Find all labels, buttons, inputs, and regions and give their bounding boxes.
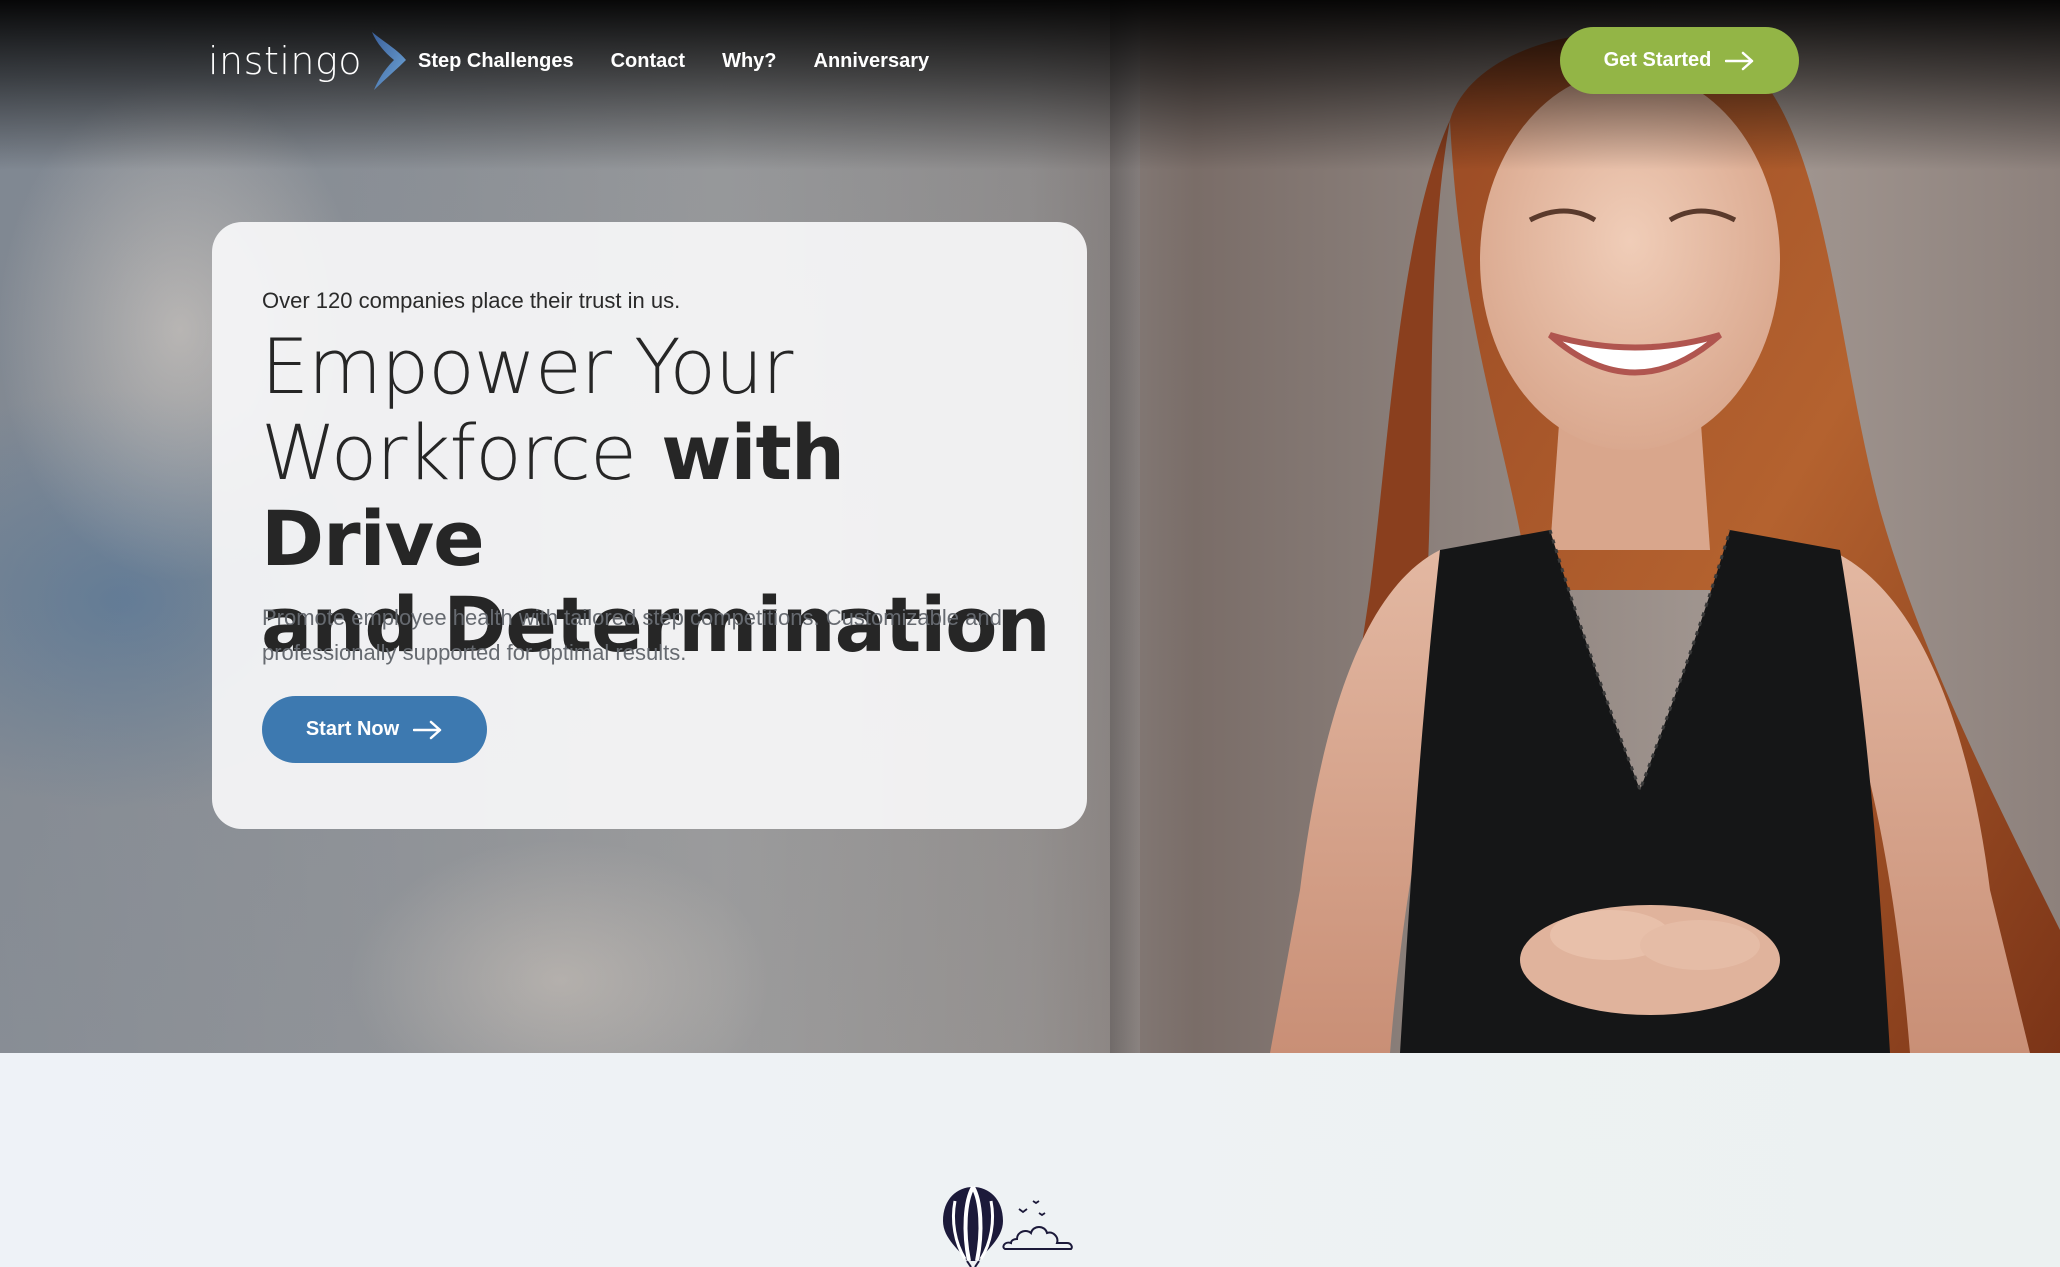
hero-card: Over 120 companies place their trust in … [212, 222, 1087, 829]
start-now-label: Start Now [305, 718, 400, 740]
hero-photo-woman [1270, 32, 2060, 1053]
start-now-button[interactable]: Start Now [262, 696, 487, 763]
nav-links: Step Challenges Contact Why? Anniversary [418, 44, 966, 78]
lower-section [0, 1053, 2060, 1267]
logo[interactable]: instingo [208, 28, 410, 94]
hot-air-balloon-icon [943, 1186, 1073, 1267]
get-started-label: Get Started [1603, 49, 1712, 71]
chevron-logo-icon [372, 32, 407, 90]
arrow-right-icon [1725, 51, 1755, 71]
headline-part-2: Workforce [261, 408, 637, 497]
logo-text: instingo [208, 39, 363, 83]
arrow-right-icon [413, 720, 443, 740]
nav-link-contact[interactable]: Contact [611, 44, 685, 78]
nav-link-why[interactable]: Why? [722, 44, 776, 78]
hero-eyebrow: Over 120 companies place their trust in … [262, 288, 681, 313]
top-navigation: instingo Step Challenges Contact Why? An… [0, 0, 2060, 124]
nav-link-step-challenges[interactable]: Step Challenges [418, 44, 574, 78]
get-started-button[interactable]: Get Started [1560, 27, 1799, 94]
page: instingo Step Challenges Contact Why? An… [0, 0, 2060, 1267]
headline-part-1: Empower Your [261, 322, 793, 411]
nav-link-anniversary[interactable]: Anniversary [814, 44, 930, 78]
hero-description: Promote employee health with tailored st… [262, 605, 1002, 665]
